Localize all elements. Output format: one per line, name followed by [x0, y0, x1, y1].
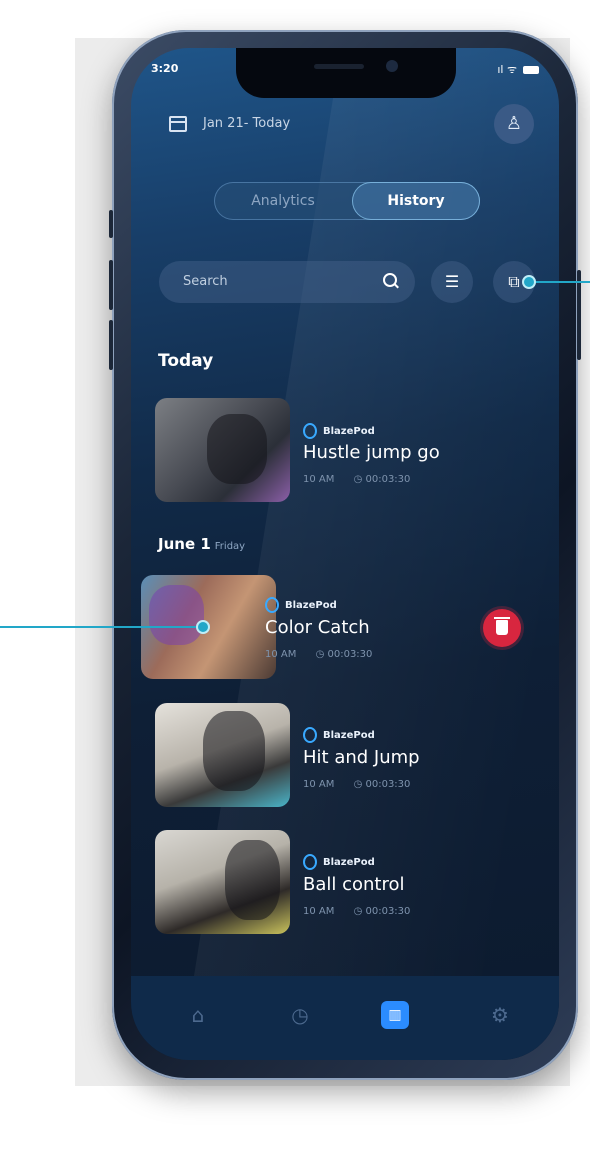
notch	[236, 48, 456, 98]
workout-title: Color Catch	[265, 617, 370, 638]
workout-title: Hustle jump go	[303, 442, 440, 463]
callout-line-export	[530, 281, 590, 283]
app-screen: 3:20 ıl ᯤ Jan 21- Today ♙ Analytics Hist…	[131, 48, 559, 1060]
volume-up-button	[109, 260, 113, 310]
status-icons: ıl ᯤ	[497, 62, 539, 77]
brand-label: BlazePod	[323, 730, 375, 741]
filter-button[interactable]: ☰	[431, 261, 473, 303]
tab-analytics[interactable]: Analytics	[214, 182, 352, 220]
mute-switch	[109, 210, 113, 238]
workout-duration: 00:03:30	[327, 649, 373, 660]
blazepod-icon	[265, 597, 279, 613]
clock-icon: ◷	[315, 649, 325, 660]
settings-icon[interactable]: ⚙	[485, 1000, 515, 1030]
sliders-icon: ☰	[444, 272, 460, 291]
search-field[interactable]: Search	[159, 261, 415, 303]
brand-label: BlazePod	[285, 600, 337, 611]
calendar-icon[interactable]	[169, 116, 187, 132]
workout-time: 10 AM	[303, 779, 335, 790]
delete-button[interactable]	[483, 609, 521, 647]
segmented-control: Analytics History	[214, 182, 480, 220]
power-button	[577, 270, 581, 360]
hand-figure	[149, 585, 204, 645]
workout-duration: 00:03:30	[365, 906, 411, 917]
workout-card[interactable]: BlazePod Hit and Jump 10 AM ◷ 00:03:30	[131, 703, 559, 813]
status-time: 3:20	[151, 62, 179, 75]
workout-duration: 00:03:30	[365, 779, 411, 790]
clock-icon: ◷	[353, 474, 363, 485]
timer-icon[interactable]: ◷	[285, 1000, 315, 1030]
external-link-icon: ⧉	[508, 272, 520, 291]
blazepod-icon	[303, 423, 317, 439]
callout-dot-swipe	[196, 620, 210, 634]
trash-icon	[494, 617, 510, 635]
brand-label: BlazePod	[323, 857, 375, 868]
clock-icon: ◷	[353, 779, 363, 790]
section-day: Friday	[214, 541, 246, 552]
brand-label: BlazePod	[323, 426, 375, 437]
workout-title: Hit and Jump	[303, 747, 420, 768]
blazepod-icon	[303, 727, 317, 743]
tab-bar: ⌂ ◷ ▥ ⚙	[131, 976, 559, 1060]
front-camera	[386, 60, 398, 72]
volume-down-button	[109, 320, 113, 370]
search-input[interactable]: Search	[183, 261, 228, 303]
athlete-figure	[207, 414, 267, 484]
section-today: Today	[158, 351, 214, 371]
section-date: June 1	[158, 535, 211, 553]
callout-line-swipe	[0, 626, 203, 628]
athlete-figure	[203, 711, 265, 791]
tab-history[interactable]: History	[352, 182, 480, 220]
workout-thumbnail	[155, 830, 290, 934]
signal-icon: ıl ᯤ	[497, 63, 517, 76]
clock-icon: ◷	[353, 906, 363, 917]
workout-thumbnail	[155, 703, 290, 807]
workout-card[interactable]: BlazePod Hustle jump go 10 AM ◷ 00:03:30	[131, 398, 559, 508]
blazepod-icon	[303, 854, 317, 870]
section-june: June 1 Friday	[158, 535, 245, 553]
search-icon[interactable]	[383, 273, 397, 287]
workout-time: 10 AM	[303, 474, 335, 485]
athlete-figure	[225, 840, 280, 920]
workout-time: 10 AM	[265, 649, 297, 660]
workout-time: 10 AM	[303, 906, 335, 917]
user-icon: ♙	[505, 113, 523, 134]
avatar[interactable]: ♙	[494, 104, 534, 144]
workout-card[interactable]: BlazePod Ball control 10 AM ◷ 00:03:30	[131, 830, 559, 940]
workout-title: Ball control	[303, 874, 405, 895]
battery-icon	[523, 66, 539, 74]
workout-thumbnail	[155, 398, 290, 502]
home-icon[interactable]: ⌂	[183, 1000, 213, 1030]
workout-duration: 00:03:30	[365, 474, 411, 485]
analytics-icon[interactable]: ▥	[381, 1001, 409, 1029]
callout-dot-export	[522, 275, 536, 289]
date-range-label[interactable]: Jan 21- Today	[203, 116, 290, 131]
speaker	[314, 64, 364, 69]
